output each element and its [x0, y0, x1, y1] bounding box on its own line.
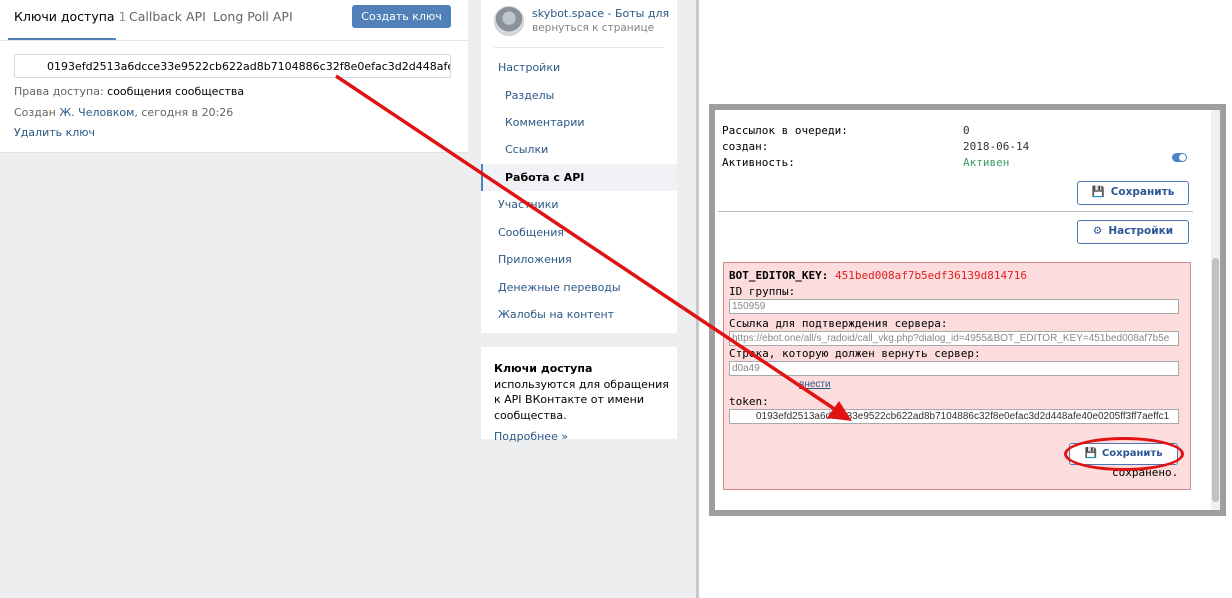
- bot-editor-screenshot: Рассылок в очереди: 0 создан: 2018-06-14…: [709, 104, 1226, 516]
- menu-item-links[interactable]: Ссылки: [505, 143, 548, 156]
- created-date-label: создан:: [722, 140, 769, 153]
- creator-link[interactable]: Ж. Человком: [59, 106, 134, 119]
- access-key-field[interactable]: 0193efd2513a6dcce33e9522cb622ad8b7104886…: [14, 54, 451, 78]
- access-keys-panel: Ключи доступа 1 Callback API Long Poll AP…: [0, 0, 468, 153]
- created-time: , сегодня в 20:26: [134, 106, 234, 119]
- menu-item-members[interactable]: Участники: [498, 198, 559, 211]
- access-rights-value: сообщения сообщества: [107, 85, 245, 98]
- delete-key-link[interactable]: Удалить ключ: [14, 126, 95, 139]
- token-label: token:: [729, 395, 769, 408]
- created-info: Создан Ж. Человком, сегодня в 20:26: [14, 106, 233, 119]
- confirm-link-label: Ссылка для подтверждения сервера:: [729, 317, 948, 330]
- bot-editor-content: Рассылок в очереди: 0 создан: 2018-06-14…: [715, 110, 1213, 510]
- menu-item-comments[interactable]: Комментарии: [505, 116, 585, 129]
- submit-link[interactable]: внести: [799, 379, 831, 390]
- learn-more-link[interactable]: Подробнее »: [494, 429, 677, 445]
- tabs-divider: [0, 40, 468, 41]
- bot-editor-key-row: BOT_EDITOR_KEY: 451bed008af7b5edf36139d8…: [729, 269, 1027, 282]
- info-title: Ключи доступа: [494, 362, 593, 375]
- activity-value: Активен: [963, 156, 1010, 169]
- section-divider: [718, 211, 1193, 212]
- queue-value: 0: [963, 124, 970, 137]
- floppy-icon: 💾: [1091, 186, 1105, 198]
- group-settings-menu: skybot.space - Боты для ... вернуться к …: [481, 0, 677, 333]
- bot-editor-key-value: 451bed008af7b5edf36139d814716: [834, 269, 1028, 282]
- menu-item-messages[interactable]: Сообщения: [498, 226, 564, 239]
- group-id-label: ID группы:: [729, 285, 796, 298]
- activity-label: Активность:: [722, 156, 795, 169]
- menu-divider: [494, 47, 664, 48]
- tab-access-keys[interactable]: Ключи доступа 1: [14, 9, 127, 24]
- scrollbar[interactable]: [1211, 110, 1220, 510]
- create-key-button[interactable]: Создать ключ: [352, 5, 451, 28]
- group-id-input[interactable]: 150959: [729, 299, 1179, 314]
- return-string-input[interactable]: d0a49: [729, 361, 1179, 376]
- tab-long-poll-api[interactable]: Long Poll API: [213, 9, 293, 24]
- info-text: используются для обращения к API ВКонтак…: [494, 377, 669, 422]
- annotation-circle: [1064, 437, 1184, 471]
- tab-callback-api[interactable]: Callback API: [129, 9, 206, 24]
- gears-icon: ⚙: [1092, 225, 1103, 237]
- menu-item-content-complaints[interactable]: Жалобы на контент: [498, 308, 614, 321]
- queue-label: Рассылок в очереди:: [722, 124, 848, 137]
- tab-access-keys-count: 1: [118, 9, 127, 24]
- tab-access-keys-label: Ключи доступа: [14, 9, 115, 24]
- access-keys-info: Ключи доступа используются для обращения…: [481, 347, 677, 443]
- access-rights-label: Права доступа:: [14, 85, 104, 98]
- scrollbar-thumb[interactable]: [1212, 258, 1219, 502]
- created-date-value: 2018-06-14: [963, 140, 1030, 153]
- confirm-link-input[interactable]: https://ebot.one/all/s_radoid/call_vkg.p…: [729, 331, 1179, 346]
- settings-button-label: Настройки: [1108, 225, 1174, 237]
- bot-editor-key-panel: BOT_EDITOR_KEY: 451bed008af7b5edf36139d8…: [723, 262, 1191, 490]
- menu-item-api[interactable]: Работа с API: [505, 171, 584, 184]
- menu-item-settings[interactable]: Настройки: [498, 61, 560, 74]
- settings-button[interactable]: ⚙ Настройки: [1077, 220, 1189, 244]
- access-rights: Права доступа: сообщения сообщества: [14, 85, 244, 98]
- group-name-link[interactable]: skybot.space - Боты для ...: [532, 7, 672, 20]
- save-button[interactable]: 💾 Сохранить: [1077, 181, 1189, 205]
- back-to-page-link[interactable]: вернуться к странице: [532, 22, 654, 34]
- activity-toggle[interactable]: [1172, 153, 1187, 162]
- menu-item-apps[interactable]: Приложения: [498, 253, 572, 266]
- group-avatar[interactable]: [494, 6, 524, 36]
- token-input[interactable]: 0193efd2513a6dcce33e9522cb622ad8b7104886…: [729, 409, 1179, 424]
- menu-item-money-transfers[interactable]: Денежные переводы: [498, 281, 621, 294]
- return-string-label: Строка, которую должен вернуть сервер:: [729, 347, 981, 360]
- save-button-label: Сохранить: [1110, 186, 1175, 198]
- menu-item-sections[interactable]: Разделы: [505, 89, 554, 102]
- created-label: Создан: [14, 106, 56, 119]
- bot-editor-key-label: BOT_EDITOR_KEY:: [729, 269, 829, 282]
